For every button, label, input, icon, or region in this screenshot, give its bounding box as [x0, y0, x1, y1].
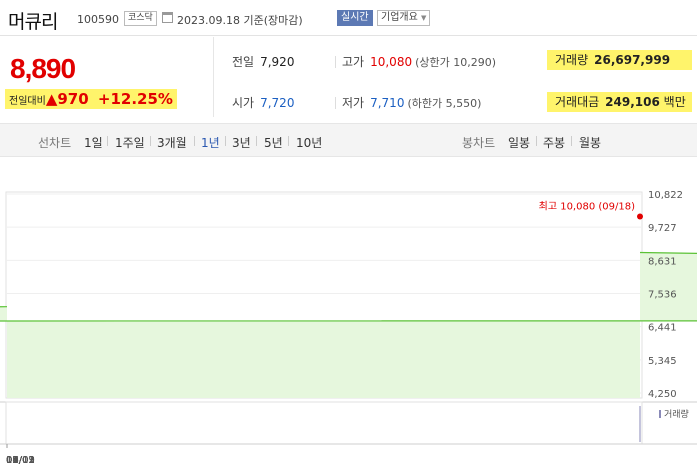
stat-sub: (상한가 10,290) — [415, 56, 497, 69]
period-1w[interactable]: 1주일 — [115, 134, 145, 151]
calendar-icon — [162, 12, 173, 23]
divider — [194, 136, 195, 146]
y-tick-label: 5,345 — [648, 356, 677, 367]
y-tick-label: 10,822 — [648, 190, 683, 201]
stat-value: 249,106 — [605, 95, 660, 109]
y-tick-label: 9,727 — [648, 223, 677, 234]
chart-svg: 10,822 9,727 8,631 7,536 6,441 5,345 4,250 09/… — [0, 190, 697, 466]
divider — [335, 97, 336, 109]
y-tick-label: 7,536 — [648, 290, 677, 301]
stock-name: 머큐리 — [8, 11, 58, 33]
stat-label: 전일 — [232, 55, 255, 69]
company-info-dropdown[interactable]: 기업개요 ▼ — [377, 10, 431, 26]
stock-header: 머큐리 100590 코스닥 2023.09.18 기준(장마감) 실시간 기업… — [0, 0, 697, 36]
stat-label: 저가 — [342, 96, 365, 110]
stat-label: 고가 — [342, 55, 365, 69]
divider — [225, 136, 226, 146]
price-chart: 10,822 9,727 8,631 7,536 6,441 5,345 4,250 09/… — [0, 180, 697, 469]
high-marker — [637, 213, 643, 220]
market-badge: 코스닥 — [124, 11, 157, 26]
stat-label: 거래대금 — [555, 95, 600, 109]
price-fill — [0, 252, 697, 398]
divider — [107, 136, 108, 146]
change-percent: +12.25% — [97, 90, 173, 108]
y-tick-label: 4,250 — [648, 389, 677, 400]
stat-amount: 거래대금 249,106 백만 — [547, 92, 692, 112]
candle-weekly[interactable]: 주봉 — [543, 134, 565, 151]
stat-volume: 거래량 26,697,999 — [547, 50, 692, 70]
divider — [288, 136, 289, 146]
base-date: 2023.09.18 기준(장마감) — [177, 14, 303, 27]
period-1y[interactable]: 1년 — [201, 134, 220, 151]
x-tick-label: 08/01 — [6, 455, 35, 466]
stat-sub: (하한가 5,550) — [407, 97, 482, 110]
candle-monthly[interactable]: 월봉 — [579, 134, 601, 151]
stat-value: 7,710 — [370, 96, 405, 110]
period-3y[interactable]: 3년 — [232, 134, 251, 151]
current-price: 8,890 — [10, 53, 76, 84]
divider — [150, 136, 151, 146]
chart-period-bar: 선차트 1일 1주일 3개월 1년 3년 5년 10년 봉차트 일봉 주봉 월봉 — [0, 123, 697, 157]
stat-high: 고가 10,080 (상한가 10,290) — [342, 53, 496, 70]
stat-label: 시가 — [232, 96, 255, 110]
stat-prev-close: 전일 7,920 — [232, 53, 294, 70]
volume-legend-label: 거래량 — [664, 408, 689, 420]
stat-value: 7,720 — [260, 96, 295, 110]
change-label: 전일대비 — [9, 96, 46, 107]
candle-daily[interactable]: 일봉 — [508, 134, 530, 151]
y-tick-label: 6,441 — [648, 323, 677, 334]
divider — [536, 136, 537, 146]
candle-chart-label: 봉차트 — [462, 136, 496, 150]
volume-legend-swatch — [659, 410, 661, 418]
period-1d[interactable]: 1일 — [84, 134, 103, 151]
period-10y[interactable]: 10년 — [296, 134, 322, 151]
stats-panel: 전일 7,920 고가 10,080 (상한가 10,290) 거래량 26,697,9… — [215, 37, 697, 117]
stat-value: 10,080 — [370, 55, 413, 69]
divider — [335, 56, 336, 68]
stat-unit: 백만 — [663, 95, 686, 109]
realtime-button[interactable]: 실시간 — [337, 10, 373, 26]
stock-code: 100590 — [77, 13, 119, 26]
divider — [571, 136, 572, 146]
period-5y[interactable]: 5년 — [264, 134, 283, 151]
up-triangle-icon: ▲ — [45, 90, 58, 108]
change-row: 전일대비▲970 +12.25% — [5, 89, 177, 109]
x-axis: 09/1911/0112/0101/0202/0103/0204/0305/02… — [6, 444, 35, 466]
company-info-label: 기업개요 — [381, 12, 418, 23]
price-summary: 8,890 전일대비▲970 +12.25% — [0, 37, 214, 117]
volume-frame — [5, 401, 643, 445]
high-label: 최고 10,080 (09/18) — [539, 200, 635, 212]
chevron-down-icon: ▼ — [421, 14, 427, 22]
stat-open: 시가 7,720 — [232, 94, 294, 111]
divider — [256, 136, 257, 146]
y-tick-label: 8,631 — [648, 256, 677, 267]
stat-low: 저가 7,710 (하한가 5,550) — [342, 94, 481, 111]
line-chart-label: 선차트 — [38, 136, 72, 150]
change-value: 970 — [57, 90, 89, 108]
price-area — [0, 251, 697, 398]
stat-value: 7,920 — [260, 55, 295, 69]
period-3m[interactable]: 3개월 — [157, 134, 187, 151]
volume-bars — [639, 406, 641, 442]
stat-label: 거래량 — [555, 53, 589, 67]
stat-value: 26,697,999 — [594, 53, 671, 67]
